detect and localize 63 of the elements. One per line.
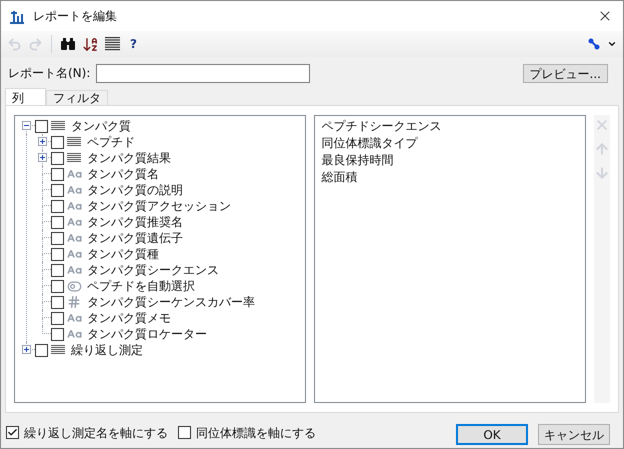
checkbox[interactable] — [51, 248, 64, 260]
expander[interactable] — [38, 153, 47, 162]
checkbox[interactable] — [51, 296, 64, 308]
checkbox[interactable] — [51, 184, 64, 196]
preview-button[interactable]: プレビュー... — [522, 64, 608, 82]
tab[interactable]: 列 — [5, 88, 46, 105]
checkbox[interactable] — [35, 120, 48, 132]
tree-item[interactable]: タンパク質 — [71, 118, 131, 134]
tree-item[interactable]: タンパク質推奨名 — [87, 214, 183, 230]
expander[interactable] — [22, 121, 31, 130]
list-item[interactable]: 総面積 — [321, 169, 579, 186]
checkbox[interactable] — [51, 216, 64, 228]
hash-icon — [67, 295, 81, 309]
tab[interactable]: フィルタ — [46, 90, 108, 105]
tree-item[interactable]: 繰り返し測定 — [71, 342, 143, 358]
tree-item[interactable]: タンパク質メモ — [87, 310, 171, 326]
checkbox-label: 同位体標識を軸にする — [196, 424, 316, 442]
chart-icon — [9, 8, 25, 24]
checkbox[interactable] — [35, 344, 48, 356]
dialog-button[interactable]: キャンセル — [538, 424, 610, 445]
tree-item[interactable]: タンパク質遺伝子 — [87, 230, 183, 246]
tree-item[interactable]: タンパク質名 — [87, 166, 159, 182]
tree-item[interactable]: ペプチド — [87, 134, 135, 150]
window-title: レポートを編集 — [33, 8, 117, 25]
checkbox[interactable] — [51, 136, 64, 148]
tree-item[interactable]: タンパク質アクセッション — [87, 198, 231, 214]
report-name-field[interactable] — [96, 64, 310, 82]
checkbox[interactable] — [51, 280, 64, 292]
checkbox[interactable] — [51, 264, 64, 276]
sort-icon[interactable] — [82, 36, 99, 52]
expander[interactable] — [38, 137, 47, 146]
table-icon — [67, 137, 81, 147]
checkbox[interactable] — [51, 152, 64, 164]
tree-item[interactable]: タンパク質シークエンス — [87, 262, 219, 278]
caret-icon[interactable] — [607, 39, 617, 49]
link-icon[interactable] — [587, 37, 601, 51]
tree-item[interactable]: タンパク質種 — [87, 246, 159, 262]
table-icon — [51, 345, 65, 355]
checkbox[interactable] — [51, 168, 64, 180]
columns-icon[interactable] — [105, 37, 120, 51]
checkbox[interactable] — [51, 312, 64, 324]
table-icon — [67, 153, 81, 163]
list-item[interactable]: ペプチドシークエンス — [321, 118, 579, 135]
table-icon — [51, 121, 65, 131]
checkbox[interactable] — [51, 200, 64, 212]
tree-item[interactable]: タンパク質ロケーター — [87, 326, 207, 342]
tree-item[interactable]: タンパク質結果 — [87, 150, 171, 166]
tree-item[interactable]: タンパク質シーケンスカバー率 — [87, 294, 255, 310]
tree-item[interactable]: ペプチドを自動選択 — [87, 278, 195, 294]
list-item[interactable]: 最良保持時間 — [321, 152, 579, 169]
checkbox[interactable] — [51, 232, 64, 244]
checkbox[interactable] — [178, 426, 191, 439]
tree-item[interactable]: タンパク質の説明 — [87, 182, 183, 198]
list-item[interactable]: 同位体標識タイプ — [321, 135, 579, 152]
help-button[interactable]: ? — [126, 35, 141, 53]
checkbox-label: 繰り返し測定名を軸にする — [24, 424, 168, 442]
field-label: レポート名(N): — [8, 65, 90, 82]
toggle-type-icon — [66, 278, 82, 294]
expander[interactable] — [22, 345, 31, 354]
checkbox[interactable] — [6, 426, 19, 439]
binoculars-icon[interactable] — [60, 37, 76, 51]
checkbox[interactable] — [51, 328, 64, 340]
dialog-button[interactable]: OK — [456, 424, 528, 445]
